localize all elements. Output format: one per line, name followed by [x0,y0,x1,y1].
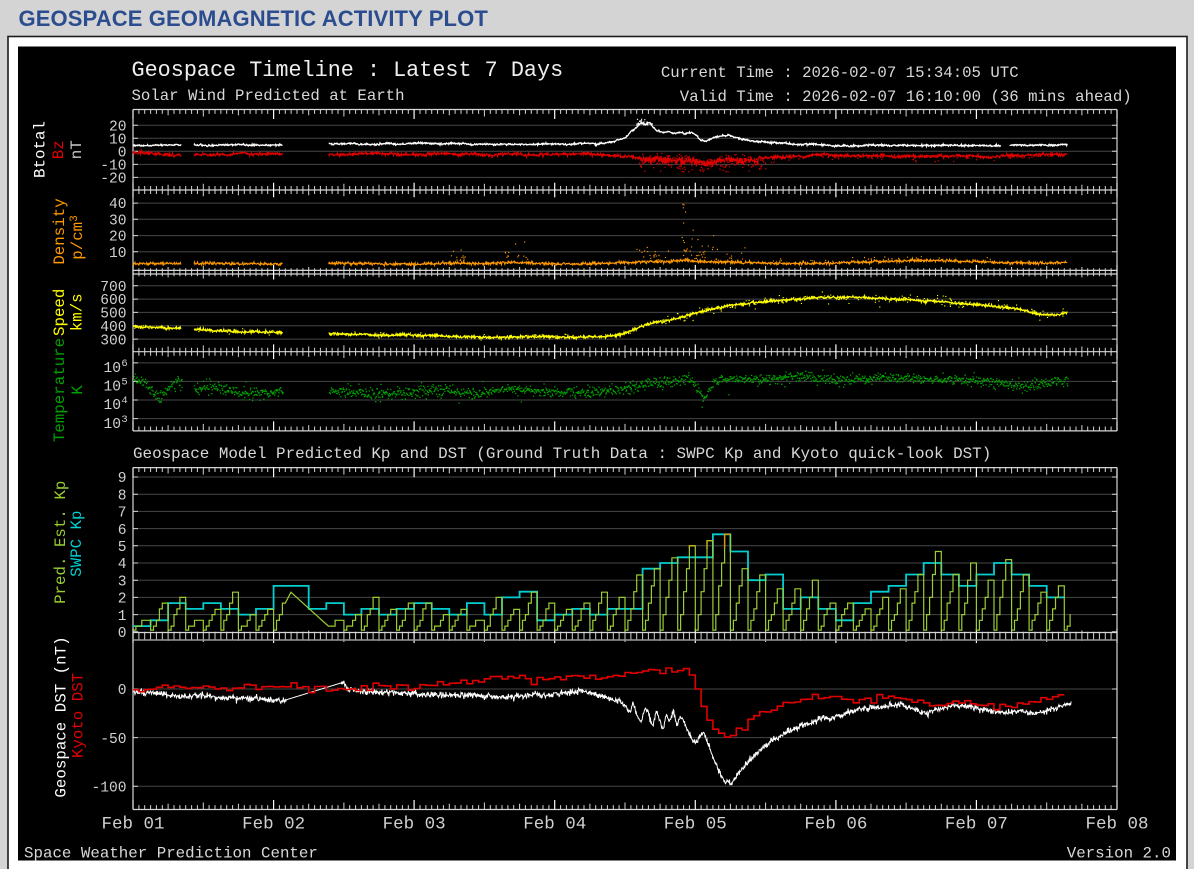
svg-text:20: 20 [109,230,127,246]
svg-text:Geospace Timeline : Latest 7 D: Geospace Timeline : Latest 7 Days [132,58,564,83]
svg-text:Feb 08: Feb 08 [1085,815,1148,835]
svg-text:Density: Density [51,198,69,264]
svg-text:Geospace DST (nT): Geospace DST (nT) [52,636,70,797]
svg-text:300: 300 [100,333,126,349]
svg-text:3: 3 [121,414,127,426]
svg-text:10: 10 [103,380,121,396]
svg-text:Bz: Bz [50,140,68,159]
svg-text:Speed: Speed [51,289,69,336]
svg-text:SWPC Kp: SWPC Kp [68,511,86,577]
svg-text:4: 4 [121,395,127,407]
svg-text:30: 30 [109,214,127,230]
svg-text:Feb 07: Feb 07 [945,815,1008,835]
svg-text:-100: -100 [91,780,126,796]
svg-text:10: 10 [103,361,121,377]
svg-text:Current Time : 2026-02-07 15:3: Current Time : 2026-02-07 15:34:05 UTC [661,64,1019,82]
svg-text:10: 10 [103,398,121,414]
svg-text:0: 0 [118,626,127,642]
svg-text:-50: -50 [100,732,126,748]
svg-text:2: 2 [118,592,127,608]
svg-text:Feb 02: Feb 02 [242,815,305,835]
svg-text:Kyoto DST: Kyoto DST [70,673,88,758]
svg-text:4: 4 [118,557,127,573]
svg-text:6: 6 [118,523,127,539]
svg-text:Geospace Model Predicted Kp an: Geospace Model Predicted Kp and DST (Gro… [133,445,991,463]
svg-text:-20: -20 [100,172,126,188]
svg-text:nT: nT [68,140,86,159]
svg-text:0: 0 [118,683,127,699]
svg-text:Temperature: Temperature [51,338,69,442]
svg-text:Valid Time : 2026-02-07 16:10:: Valid Time : 2026-02-07 16:10:00 (36 min… [680,88,1132,106]
svg-text:10: 10 [109,246,127,262]
svg-text:10: 10 [103,417,121,433]
svg-text:Feb 03: Feb 03 [383,815,446,835]
svg-text:p/cm3: p/cm3 [69,215,87,260]
svg-text:7: 7 [118,506,127,522]
svg-text:5: 5 [121,377,127,389]
svg-text:9: 9 [118,471,127,487]
svg-text:Feb 04: Feb 04 [523,815,586,835]
svg-text:Btotal: Btotal [31,121,49,178]
svg-text:5: 5 [118,540,127,556]
svg-text:8: 8 [118,488,127,504]
svg-text:Feb 01: Feb 01 [101,815,164,835]
svg-text:K: K [69,385,87,395]
svg-text:Space Weather Prediction Cente: Space Weather Prediction Center [24,845,318,863]
svg-text:6: 6 [121,358,127,370]
svg-text:40: 40 [109,197,127,213]
svg-text:km/s: km/s [69,293,87,331]
svg-text:Version 2.0: Version 2.0 [1067,845,1171,863]
svg-text:Feb 06: Feb 06 [804,815,867,835]
svg-text:Feb 05: Feb 05 [664,815,727,835]
svg-text:Solar Wind Predicted at Earth: Solar Wind Predicted at Earth [132,87,405,105]
svg-text:GEOSPACE GEOMAGNETIC ACTIVITY: GEOSPACE GEOMAGNETIC ACTIVITY PLOT [19,6,489,31]
svg-text:1: 1 [118,609,127,625]
svg-text:3: 3 [118,574,127,590]
